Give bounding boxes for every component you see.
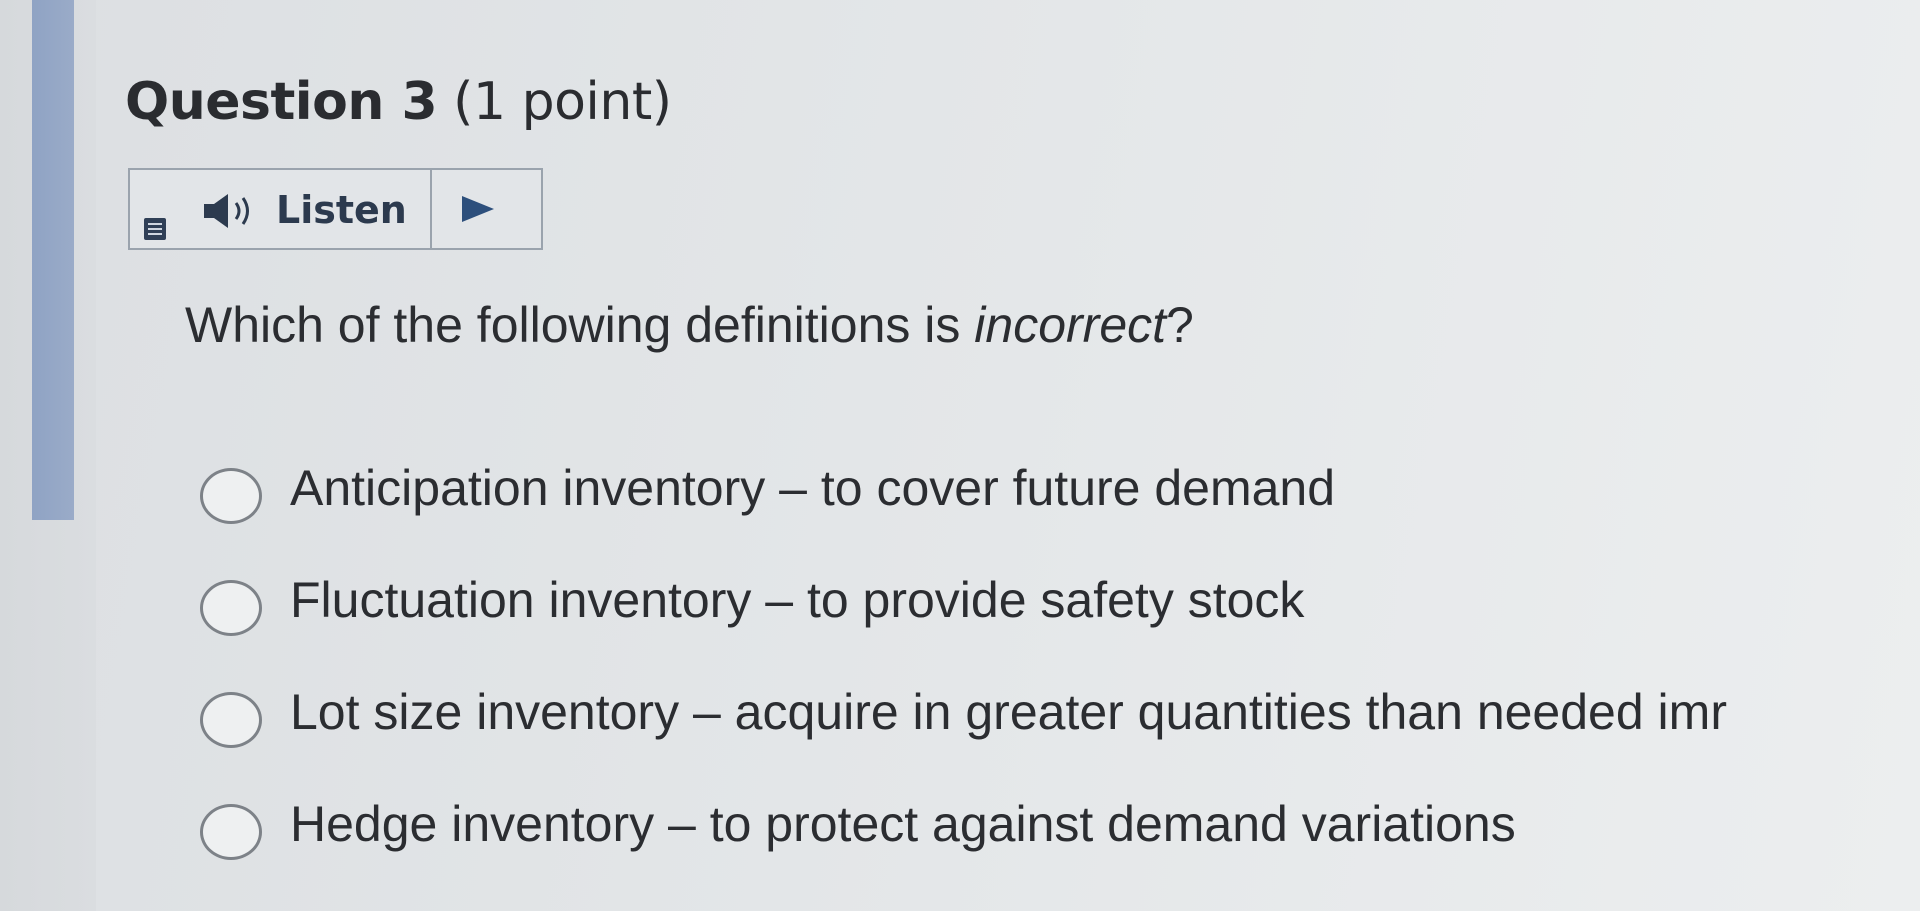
radio-button[interactable] — [200, 468, 262, 524]
answer-options: Anticipation inventory – to cover future… — [200, 440, 1920, 888]
play-icon — [461, 196, 494, 222]
answer-option-label: Lot size inventory – acquire in greater … — [290, 684, 1727, 740]
answer-option[interactable]: Anticipation inventory – to cover future… — [200, 440, 1920, 552]
answer-option-label: Anticipation inventory – to cover future… — [290, 460, 1336, 516]
listen-label: Listen — [276, 188, 407, 232]
question-points: (1 point) — [437, 72, 672, 132]
radio-button[interactable] — [200, 580, 262, 636]
question-text-emphasis: incorrect — [974, 297, 1167, 353]
listen-widget: Listen — [128, 168, 543, 250]
question-title: Question 3 (1 point) — [125, 72, 672, 132]
play-button[interactable] — [432, 170, 541, 248]
answer-option[interactable]: Lot size inventory – acquire in greater … — [200, 664, 1920, 776]
speaker-icon — [204, 194, 249, 228]
answer-option-label: Fluctuation inventory – to provide safet… — [290, 572, 1305, 628]
answer-option[interactable]: Fluctuation inventory – to provide safet… — [200, 552, 1920, 664]
radio-button[interactable] — [200, 692, 262, 748]
question-number: Question 3 — [125, 72, 438, 132]
menu-icon[interactable] — [144, 218, 166, 240]
answer-option[interactable]: Hedge inventory – to protect against dem… — [200, 776, 1920, 888]
listen-button[interactable]: Listen — [130, 170, 432, 248]
question-accent-bar — [32, 0, 74, 520]
question-text-start: Which of the following definitions is — [185, 297, 975, 353]
answer-option-label: Hedge inventory – to protect against dem… — [290, 796, 1516, 852]
question-text-end: ? — [1166, 297, 1194, 353]
radio-button[interactable] — [200, 804, 262, 860]
question-prompt: Which of the following definitions is in… — [185, 296, 1194, 354]
